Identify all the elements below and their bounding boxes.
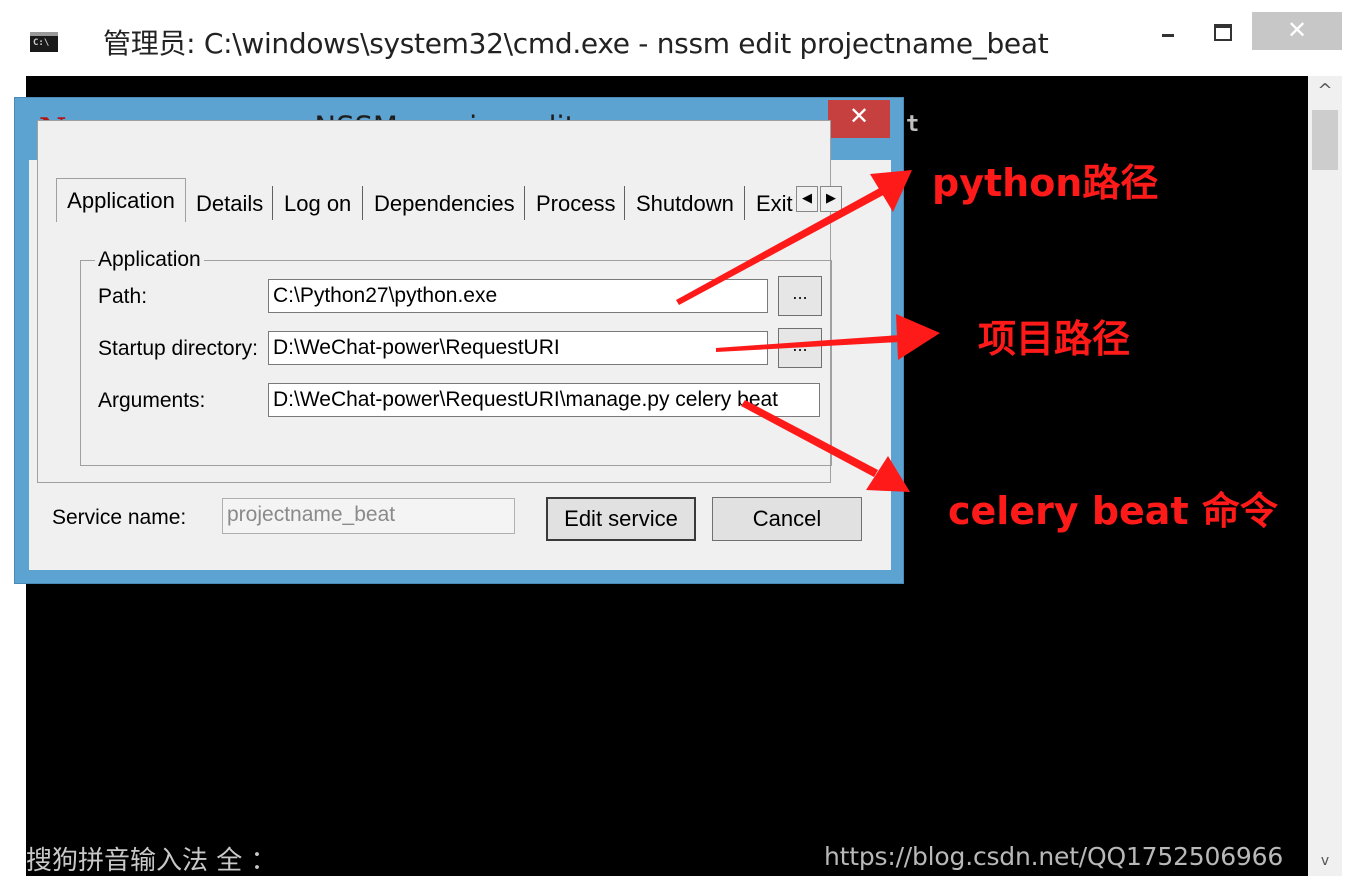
annotation-project-path: 项目路径: [978, 317, 1131, 361]
arrow-project-path: [716, 314, 940, 360]
tab-application[interactable]: Application: [56, 178, 186, 222]
annotation-arrows: [676, 170, 940, 492]
arrow-celery-beat: [741, 400, 910, 492]
annotation-celery-beat: celery beat 命令: [948, 489, 1278, 533]
annotation-python-path: python路径: [932, 161, 1159, 205]
arrow-python-path: [676, 170, 912, 305]
